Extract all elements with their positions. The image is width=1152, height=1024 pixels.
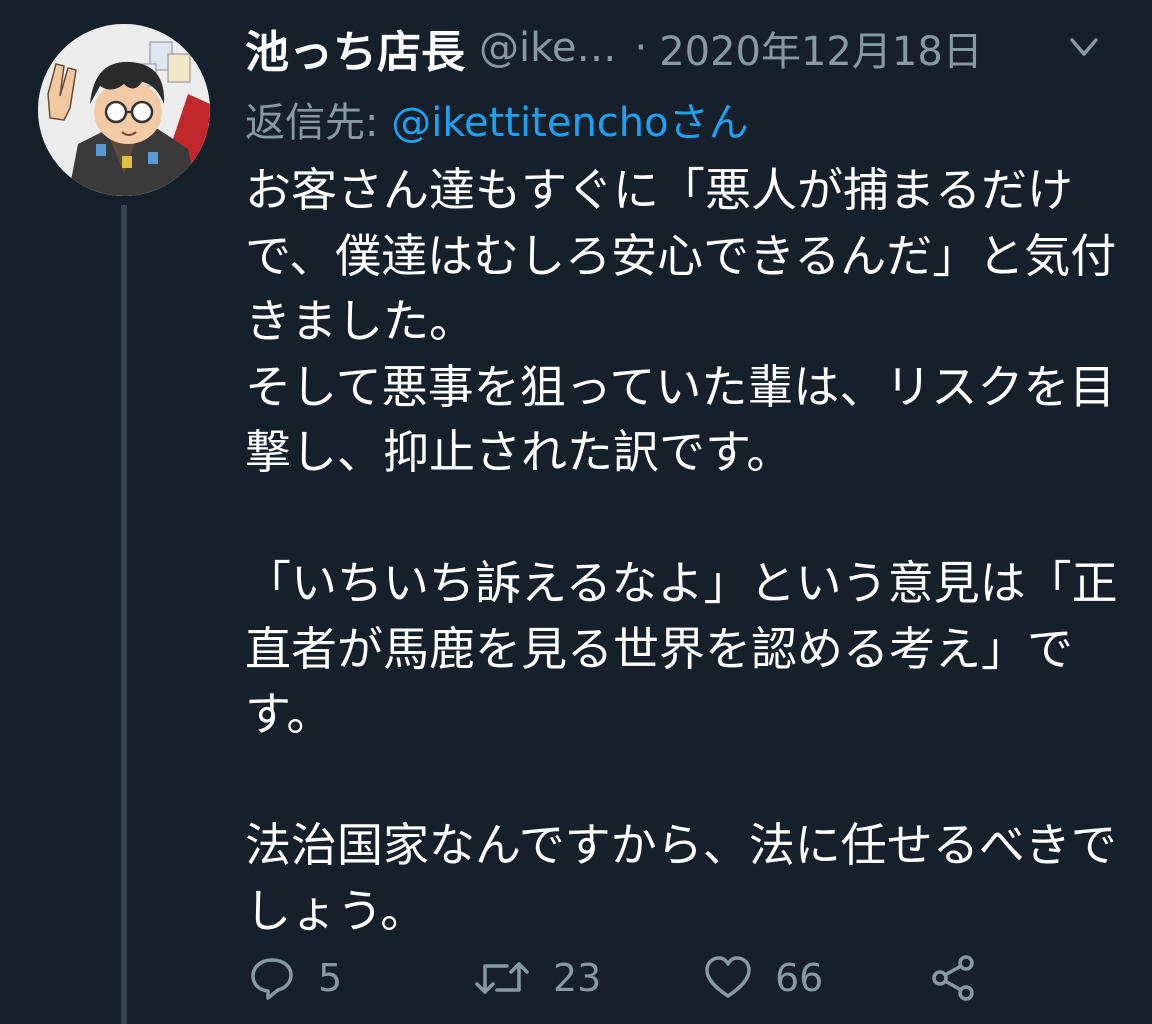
retweet-count: 23	[553, 956, 602, 1000]
reply-prefix: 返信先:	[245, 100, 392, 146]
share-button[interactable]	[928, 946, 978, 1010]
retweet-icon	[473, 954, 531, 1002]
display-name[interactable]: 池っち店長	[245, 16, 465, 80]
reply-count: 5	[318, 956, 343, 1000]
tweet-date[interactable]: 2020年12月18日	[659, 19, 983, 77]
like-count: 66	[775, 956, 824, 1000]
user-handle[interactable]: @ike…	[479, 25, 616, 71]
like-button[interactable]: 66	[703, 946, 823, 1010]
share-icon	[928, 953, 978, 1003]
tweet[interactable]: 池っち店長 @ike… · 2020年12月18日 返信先: @ikettite…	[0, 0, 1152, 1024]
tweet-actions: 5 23 66	[248, 946, 1008, 1010]
chevron-down-icon[interactable]	[1064, 30, 1104, 66]
comment-icon	[248, 954, 296, 1002]
reply-mention-link[interactable]: @ikettitenchoさん	[391, 100, 748, 146]
tweet-body: お客さん達もすぐに「悪人が捕まるだけで、僕達はむしろ安心できるんだ」と気付きまし…	[245, 163, 1118, 938]
separator-dot: ·	[634, 25, 648, 71]
heart-icon	[703, 954, 753, 1002]
reply-button[interactable]: 5	[248, 946, 342, 1010]
reply-context: 返信先: @ikettitenchoさん	[245, 90, 749, 148]
retweet-button[interactable]: 23	[473, 946, 601, 1010]
thread-line	[121, 205, 127, 1024]
tweet-header: 池っち店長 @ike… · 2020年12月18日	[245, 18, 1045, 78]
avatar[interactable]	[38, 24, 210, 196]
